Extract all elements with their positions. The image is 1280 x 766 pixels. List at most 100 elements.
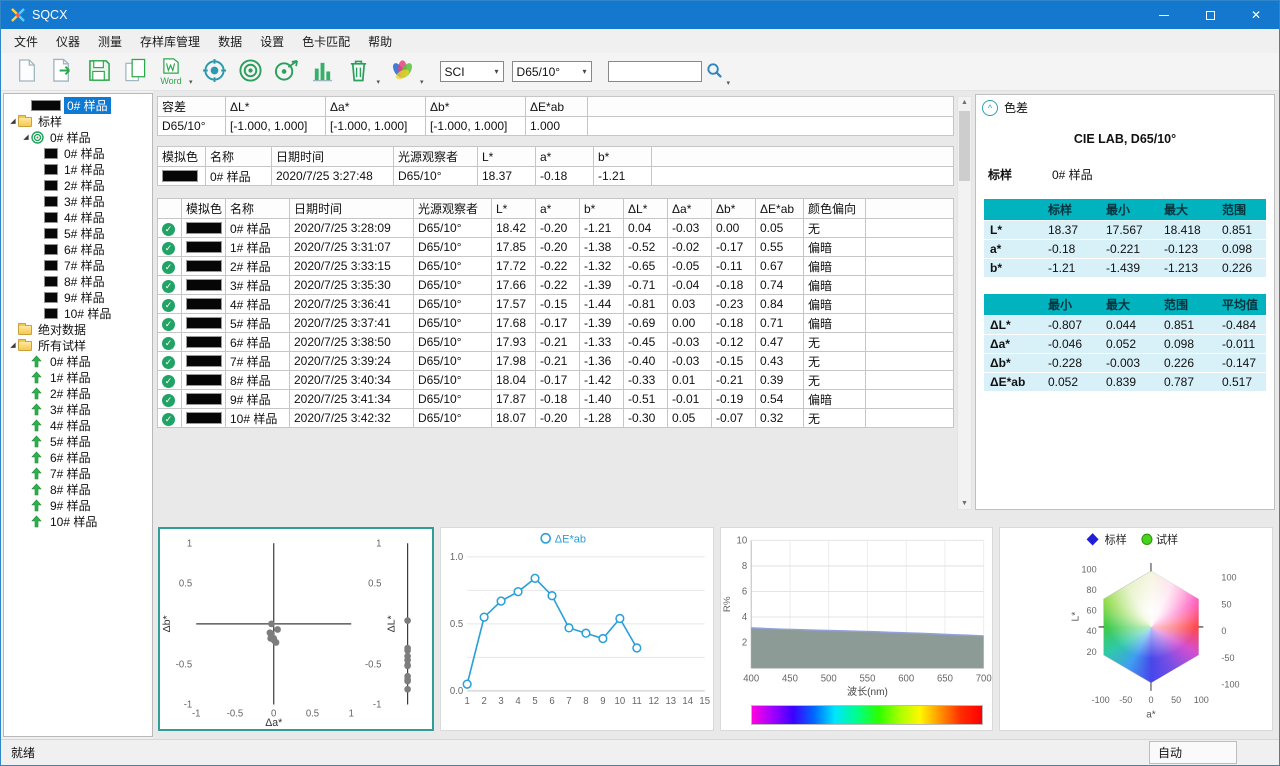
- tree-item[interactable]: 10# 样品: [4, 305, 152, 321]
- minimize-button[interactable]: [1141, 1, 1187, 29]
- sample-row[interactable]: ✓5# 样品2020/7/25 3:37:41D65/10°17.68-0.17…: [158, 314, 954, 333]
- tree-item[interactable]: 7# 样品: [4, 465, 152, 481]
- tree-item[interactable]: 2# 样品: [4, 177, 152, 193]
- toolbar-caret-icon[interactable]: ▾: [189, 78, 193, 86]
- tree-item-label: 1# 样品: [61, 161, 108, 178]
- sample-row[interactable]: ✓3# 样品2020/7/25 3:35:30D65/10°17.66-0.22…: [158, 276, 954, 295]
- tree-item-label: 绝对数据: [35, 321, 89, 338]
- sample-row[interactable]: ✓0# 样品2020/7/25 3:28:09D65/10°18.42-0.20…: [158, 219, 954, 238]
- tree-item-label: 3# 样品: [61, 193, 108, 210]
- close-button[interactable]: ✕: [1233, 1, 1279, 29]
- sample-row[interactable]: ✓6# 样品2020/7/25 3:38:50D65/10°17.93-0.21…: [158, 333, 954, 352]
- tree-item[interactable]: 0# 样品: [4, 353, 152, 369]
- col-header: 日期时间: [272, 147, 394, 167]
- save-button[interactable]: [81, 55, 117, 89]
- menu-item[interactable]: 仪器: [47, 30, 89, 53]
- toolbar-caret-icon[interactable]: ▾: [727, 79, 731, 87]
- expander-icon[interactable]: ◢: [21, 133, 31, 141]
- col-header: ΔE*ab: [756, 199, 804, 219]
- tree-item[interactable]: 0# 样品: [4, 145, 152, 161]
- export-word-button[interactable]: Word: [153, 55, 189, 89]
- sample-row[interactable]: ✓4# 样品2020/7/25 3:36:41D65/10°17.57-0.15…: [158, 295, 954, 314]
- menu-item[interactable]: 帮助: [359, 30, 401, 53]
- tree-item-label: 0# 样品: [61, 145, 108, 162]
- svg-text:8: 8: [583, 696, 588, 707]
- tree-item[interactable]: ◢0# 样品: [4, 129, 152, 145]
- color-diff-panel: ^ 色差 CIE LAB, D65/10° 标样 0# 样品 标样最小最大范围L…: [975, 94, 1275, 510]
- sample-row[interactable]: ✓2# 样品2020/7/25 3:33:15D65/10°17.72-0.22…: [158, 257, 954, 276]
- diff-value: 0.226: [1216, 259, 1266, 278]
- search-button[interactable]: [702, 60, 727, 84]
- sample-row[interactable]: ✓9# 样品2020/7/25 3:41:34D65/10°17.87-0.18…: [158, 390, 954, 409]
- menu-item[interactable]: 文件: [5, 30, 47, 53]
- tolerance-row[interactable]: D65/10°[-1.000, 1.000][-1.000, 1.000][-1…: [158, 117, 954, 136]
- vertical-scrollbar[interactable]: ▲ ▼: [957, 96, 972, 510]
- expander-icon[interactable]: ◢: [8, 117, 18, 125]
- sample-row[interactable]: ✓7# 样品2020/7/25 3:39:24D65/10°17.98-0.21…: [158, 352, 954, 371]
- scroll-up-arrow-icon[interactable]: ▲: [958, 99, 971, 106]
- swatch-cell: [182, 409, 226, 428]
- name-cell: 0# 样品: [206, 167, 272, 186]
- menu-item[interactable]: 数据: [209, 30, 251, 53]
- tree-item[interactable]: 4# 样品: [4, 209, 152, 225]
- tree-item[interactable]: 10# 样品: [4, 513, 152, 529]
- color-palette-button[interactable]: [384, 55, 420, 89]
- measure-sample-button[interactable]: [269, 55, 305, 89]
- menu-item[interactable]: 测量: [89, 30, 131, 53]
- copy-button[interactable]: [117, 55, 153, 89]
- sample-row[interactable]: ✓8# 样品2020/7/25 3:40:34D65/10°18.04-0.17…: [158, 371, 954, 390]
- tree-item[interactable]: 0# 样品: [4, 97, 152, 113]
- calibrate-button[interactable]: [197, 55, 233, 89]
- tree-item[interactable]: 绝对数据: [4, 321, 152, 337]
- tree-item[interactable]: 8# 样品: [4, 273, 152, 289]
- tree-item[interactable]: 1# 样品: [4, 369, 152, 385]
- tree-item[interactable]: 8# 样品: [4, 481, 152, 497]
- tree-item-label: 10# 样品: [47, 513, 100, 530]
- tree-item[interactable]: 9# 样品: [4, 497, 152, 513]
- import-button[interactable]: [45, 55, 81, 89]
- datetime-cell: 2020/7/25 3:41:34: [290, 390, 414, 409]
- expander-icon[interactable]: ◢: [8, 341, 18, 349]
- svg-text:50: 50: [1222, 599, 1232, 609]
- scroll-down-arrow-icon[interactable]: ▼: [958, 500, 971, 507]
- scrollbar-thumb[interactable]: [959, 111, 970, 181]
- toolbar-caret-icon[interactable]: ▾: [420, 78, 424, 86]
- b-cell: -1.38: [580, 238, 624, 257]
- collapse-panel-button[interactable]: ^: [982, 100, 998, 116]
- diff-row: ΔL*-0.8070.0440.851-0.484: [984, 316, 1266, 335]
- tree-item[interactable]: 2# 样品: [4, 385, 152, 401]
- tree-item[interactable]: 4# 样品: [4, 417, 152, 433]
- sample-row[interactable]: ✓10# 样品2020/7/25 3:42:32D65/10°18.07-0.2…: [158, 409, 954, 428]
- menu-item[interactable]: 色卡匹配: [293, 30, 359, 53]
- tree-item[interactable]: 6# 样品: [4, 241, 152, 257]
- menu-item[interactable]: 存样库管理: [131, 30, 209, 53]
- pass-check-icon: ✓: [162, 223, 175, 236]
- toolbar-caret-icon[interactable]: ▾: [377, 78, 381, 86]
- tree-item[interactable]: 9# 样品: [4, 289, 152, 305]
- tree-item[interactable]: 7# 样品: [4, 257, 152, 273]
- maximize-button[interactable]: [1187, 1, 1233, 29]
- search-input[interactable]: [608, 61, 702, 82]
- tree-item[interactable]: 3# 样品: [4, 401, 152, 417]
- tree-item[interactable]: ◢标样: [4, 113, 152, 129]
- standard-row[interactable]: 0# 样品2020/7/25 3:27:48D65/10°18.37-0.18-…: [158, 167, 954, 186]
- new-file-button[interactable]: [9, 55, 45, 89]
- measure-mode-select[interactable]: SCI ▾: [440, 61, 504, 82]
- measure-standard-button[interactable]: [233, 55, 269, 89]
- tree-item[interactable]: 3# 样品: [4, 193, 152, 209]
- tree-item-label: 2# 样品: [61, 177, 108, 194]
- illuminant-observer-select[interactable]: D65/10° ▾: [512, 61, 592, 82]
- tree-item[interactable]: 5# 样品: [4, 225, 152, 241]
- delete-button[interactable]: [341, 55, 377, 89]
- sample-row[interactable]: ✓1# 样品2020/7/25 3:31:07D65/10°17.85-0.20…: [158, 238, 954, 257]
- svg-text:-50: -50: [1222, 653, 1235, 663]
- svg-text:R%: R%: [722, 596, 733, 612]
- statistics-button[interactable]: [305, 55, 341, 89]
- tree-item[interactable]: 1# 样品: [4, 161, 152, 177]
- tree-item[interactable]: ◢所有试样: [4, 337, 152, 353]
- menu-item[interactable]: 设置: [251, 30, 293, 53]
- tree-item[interactable]: 6# 样品: [4, 449, 152, 465]
- tree-item[interactable]: 5# 样品: [4, 433, 152, 449]
- diff-value: -0.147: [1216, 354, 1266, 373]
- svg-text:50: 50: [1171, 695, 1181, 705]
